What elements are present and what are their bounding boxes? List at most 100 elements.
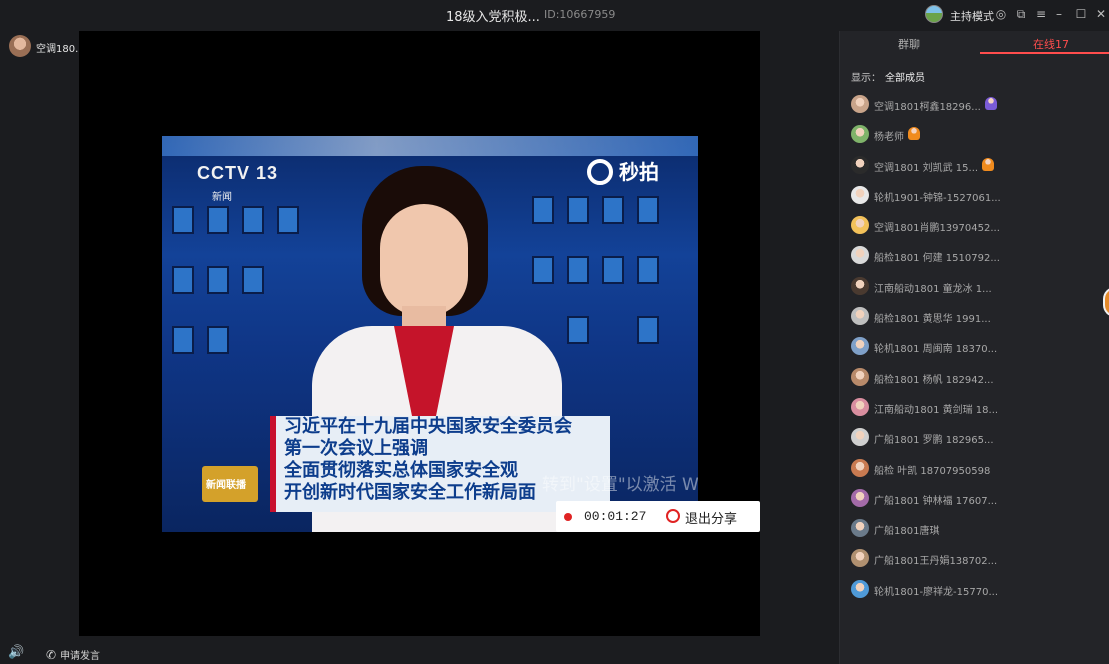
news-caption: 习近平在十九届中央国家安全委员会 第一次会议上强调 全面贯彻落实总体国家安全观 …	[270, 416, 610, 512]
member-item[interactable]: 轮机1801 周闽南 18370...	[851, 336, 1101, 366]
cctv-sub-label: 新闻	[212, 192, 232, 203]
power-icon	[666, 509, 680, 523]
active-tab-indicator	[980, 52, 1109, 54]
member-item[interactable]: 船检1801 何建 1510792...	[851, 245, 1101, 275]
anchor-face	[380, 204, 468, 316]
member-role-icon	[985, 97, 997, 110]
popout-icon[interactable]: ⧉	[1013, 6, 1029, 22]
member-name: 空调1801 刘凯武 15...	[874, 162, 979, 174]
studio-monitor	[567, 256, 589, 284]
studio-monitor	[567, 316, 589, 344]
studio-monitor	[277, 206, 299, 234]
member-avatar	[851, 185, 869, 204]
program-logo: 新闻联播	[202, 466, 258, 502]
member-item[interactable]: 广船1801 钟林福 17607...	[851, 488, 1101, 518]
member-avatar	[851, 125, 869, 144]
member-name: 轮机1801 周闽南 18370...	[874, 344, 998, 356]
close-icon[interactable]: ✕	[1093, 6, 1109, 22]
member-name: 船检 叶凯 18707950598	[874, 465, 991, 477]
member-avatar	[851, 337, 869, 356]
filter-value[interactable]: 全部成员	[885, 73, 925, 84]
member-avatar	[851, 519, 869, 538]
host-avatar[interactable]	[925, 5, 943, 23]
host-mode-label[interactable]: 主持模式	[950, 8, 994, 24]
studio-monitor	[637, 196, 659, 224]
member-item[interactable]: 江南船动1801 黄剑瑞 18...	[851, 397, 1101, 427]
member-name: 船检1801 杨帆 182942...	[874, 374, 994, 386]
apply-to-speak-button[interactable]: ✆ 申请发言	[46, 644, 100, 662]
tab-online[interactable]: 在线17	[1033, 36, 1069, 52]
member-avatar	[851, 428, 869, 447]
presenter-avatar	[9, 35, 31, 57]
caption-line: 习近平在十九届中央国家安全委员会	[284, 416, 572, 437]
member-item[interactable]: 空调1801柯鑫18296...	[851, 94, 1101, 124]
studio-monitor	[637, 256, 659, 284]
member-item[interactable]: 广船1801唐琪	[851, 518, 1101, 548]
member-list: 空调1801柯鑫18296... 杨老师空调1801 刘凯武 15... 轮机190…	[851, 94, 1101, 609]
studio-monitor	[207, 206, 229, 234]
panel-tabs: 群聊 在线17	[840, 31, 1109, 55]
studio-light	[162, 136, 698, 156]
member-name: 广船1801唐琪	[874, 526, 940, 538]
speaker-icon[interactable]: 🔊	[8, 645, 24, 660]
studio-monitor	[637, 316, 659, 344]
member-avatar	[851, 488, 869, 507]
studio-monitor	[172, 326, 194, 354]
member-name: 杨老师	[874, 132, 904, 144]
member-name: 广船1801 罗鹏 182965...	[874, 435, 994, 447]
studio-monitor	[532, 256, 554, 284]
member-name: 空调1801肖鹏13970452...	[874, 223, 1000, 235]
member-item[interactable]: 轮机1801-廖祥龙-15770...	[851, 579, 1101, 609]
recording-bar: 00:01:27 退出分享	[556, 501, 760, 532]
studio-monitor	[602, 196, 624, 224]
studio-monitor	[172, 266, 194, 294]
studio-monitor	[242, 206, 264, 234]
recording-dot-icon	[564, 513, 572, 521]
studio-monitor	[602, 256, 624, 284]
member-item[interactable]: 船检1801 杨帆 182942...	[851, 367, 1101, 397]
stop-sharing-label: 退出分享	[685, 512, 738, 527]
studio-monitor	[207, 326, 229, 354]
windows-activation-watermark: 转到"设置"以激活 Windows	[542, 475, 698, 495]
member-item[interactable]: 轮机1901-钟锦-1527061...	[851, 185, 1101, 215]
phone-icon: ✆	[46, 648, 57, 662]
member-panel: 群聊 在线17 显示： 全部成员 空调1801柯鑫18296... 杨老师 空调180…	[839, 31, 1109, 664]
member-name: 江南船动1801 童龙冰 1...	[874, 283, 992, 295]
member-item[interactable]: 杨老师	[851, 124, 1101, 154]
member-avatar	[851, 367, 869, 386]
member-avatar	[851, 549, 869, 568]
member-avatar	[851, 246, 869, 265]
member-item[interactable]: 广船1801王丹娟138702...	[851, 548, 1101, 578]
member-item[interactable]: 空调1801 刘凯武 15...	[851, 155, 1101, 185]
member-name: 广船1801 钟林福 17607...	[874, 495, 998, 507]
menu-icon[interactable]: ≡	[1033, 6, 1049, 22]
studio-monitor	[207, 266, 229, 294]
member-item[interactable]: 船检1801 黄思华 1991...	[851, 306, 1101, 336]
maximize-icon[interactable]: ☐	[1073, 6, 1089, 22]
caption-line: 第一次会议上强调	[284, 438, 428, 459]
minimize-icon[interactable]: –	[1051, 6, 1067, 22]
member-name: 江南船动1801 黄剑瑞 18...	[874, 404, 999, 416]
member-name: 轮机1901-钟锦-1527061...	[874, 192, 1001, 204]
member-role-icon	[908, 127, 920, 141]
cctv-logo: CCTV 13	[197, 163, 279, 183]
filter-label: 显示：	[851, 73, 881, 84]
member-item[interactable]: 船检 叶凯 18707950598	[851, 458, 1101, 488]
member-name: 船检1801 何建 1510792...	[874, 253, 1000, 265]
member-name: 船检1801 黄思华 1991...	[874, 314, 991, 326]
studio-monitor	[242, 266, 264, 294]
recording-timer: 00:01:27	[584, 509, 647, 524]
tab-group-chat[interactable]: 群聊	[898, 36, 920, 52]
member-name: 轮机1801-廖祥龙-15770...	[874, 586, 999, 598]
member-avatar	[851, 276, 869, 295]
member-item[interactable]: 空调1801肖鹏13970452...	[851, 215, 1101, 245]
settings-icon[interactable]: ◎	[993, 6, 1009, 22]
member-item[interactable]: 广船1801 罗鹏 182965...	[851, 427, 1101, 457]
member-item[interactable]: 江南船动1801 童龙冰 1...	[851, 276, 1101, 306]
member-avatar	[851, 155, 869, 174]
shared-video: CCTV 13 新闻 秒拍 习近平在十九届中央国家安全委员会 第一次会议上强调 …	[162, 136, 698, 532]
member-avatar	[851, 579, 869, 598]
member-role-icon	[982, 157, 994, 171]
member-avatar	[851, 216, 869, 235]
member-avatar	[851, 95, 869, 113]
